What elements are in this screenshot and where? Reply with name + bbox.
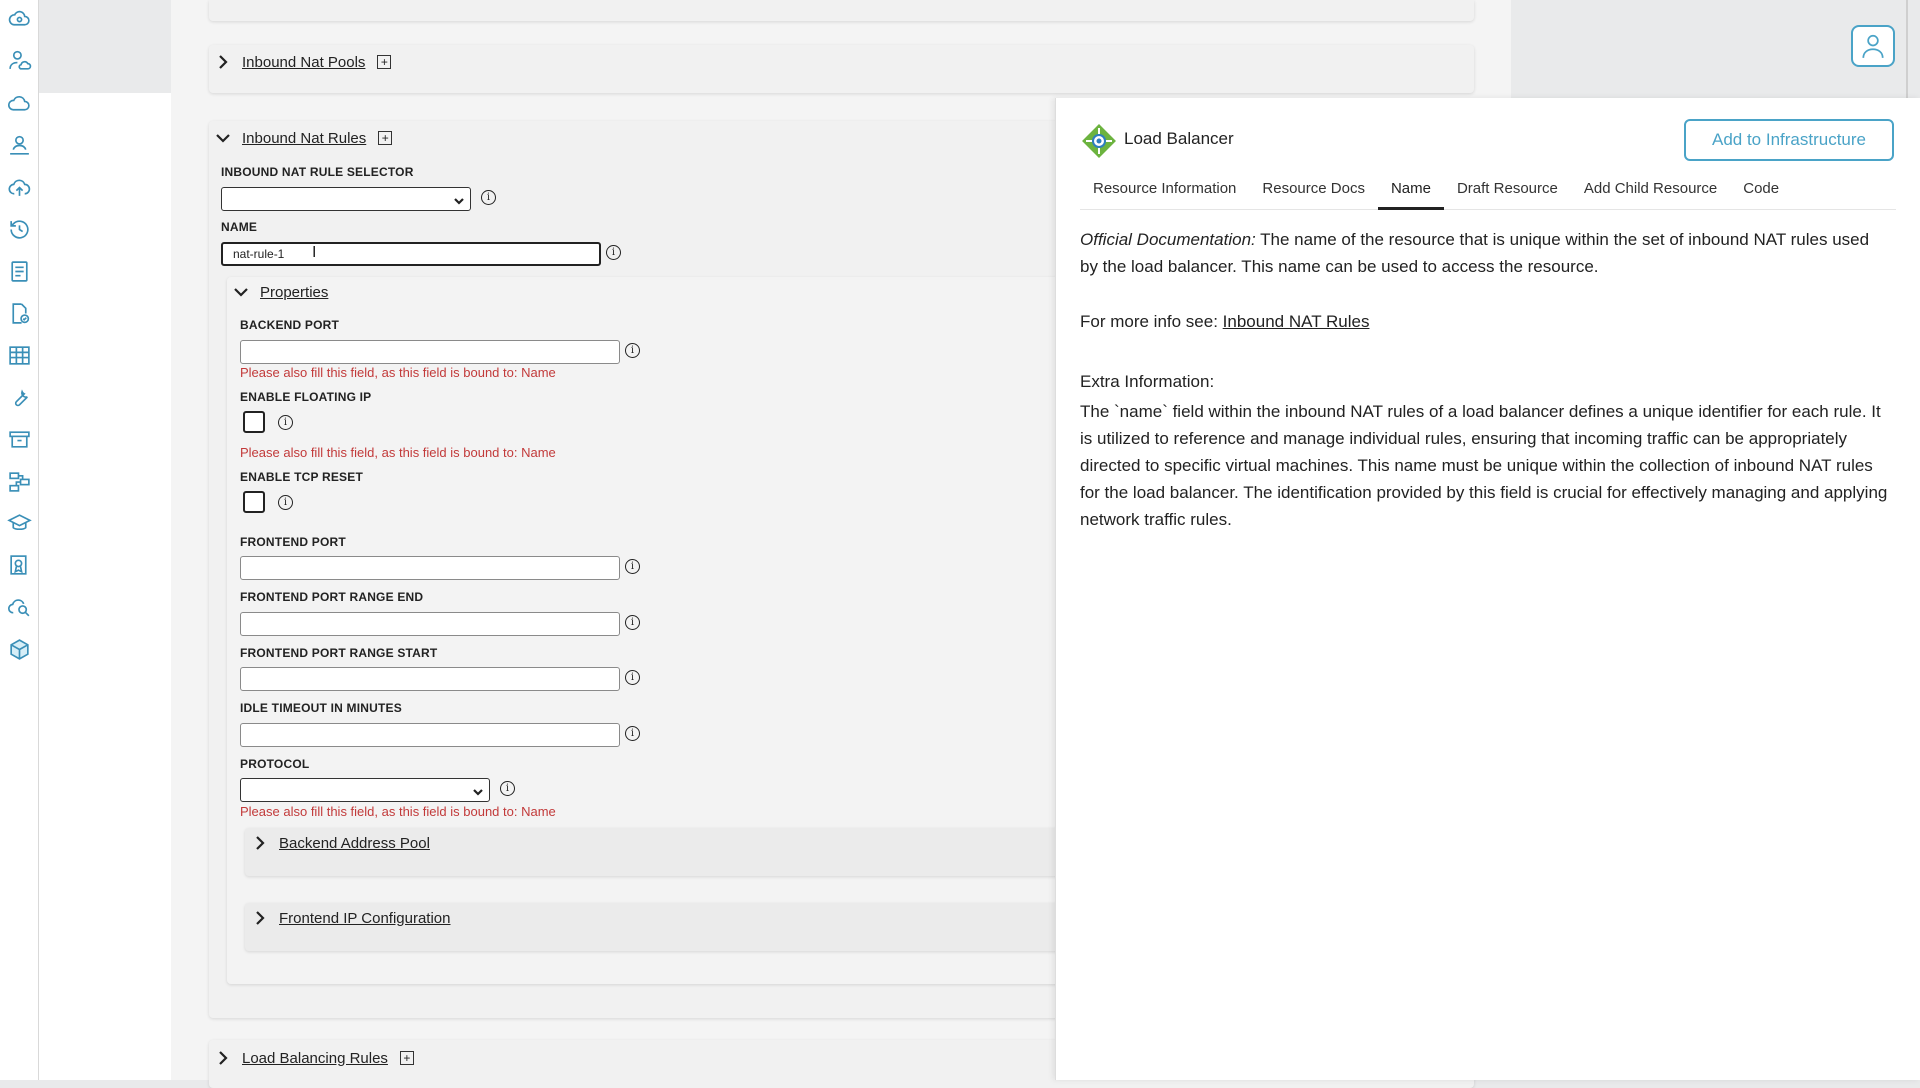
info-icon[interactable]: i xyxy=(278,495,293,510)
info-icon[interactable]: i xyxy=(606,245,621,260)
more-info-label: For more info see: xyxy=(1080,312,1223,331)
official-documentation: Official Documentation: The name of the … xyxy=(1080,226,1888,280)
resource-docs-panel: Load Balancer Add to Infrastructure Reso… xyxy=(1055,98,1920,1080)
enable-floating-ip-error: Please also fill this field, as this fie… xyxy=(240,445,556,460)
tab-name[interactable]: Name xyxy=(1377,178,1444,210)
tab-resource-docs[interactable]: Resource Docs xyxy=(1249,178,1378,210)
backend-address-pool-title[interactable]: Backend Address Pool xyxy=(275,835,434,852)
panel-title: Load Balancer xyxy=(1124,129,1234,148)
chevron-down-icon[interactable] xyxy=(232,283,250,301)
chevron-right-icon[interactable] xyxy=(214,1049,232,1067)
idle-timeout-label: IDLE TIMEOUT IN MINUTES xyxy=(240,701,402,715)
protocol-label: PROTOCOL xyxy=(240,757,310,771)
panel-tabs: Resource Information Resource Docs Name … xyxy=(1080,178,1896,210)
chevron-down-icon xyxy=(472,785,484,797)
info-icon[interactable]: i xyxy=(625,726,640,741)
more-info: For more info see: Inbound NAT Rules xyxy=(1080,308,1888,335)
enable-floating-ip-checkbox[interactable] xyxy=(243,411,265,433)
document-icon[interactable] xyxy=(6,258,33,285)
document-check-icon[interactable] xyxy=(6,300,33,327)
chevron-down-icon[interactable] xyxy=(214,129,232,147)
name-label: NAME xyxy=(221,220,258,234)
profile-button[interactable] xyxy=(1851,25,1895,67)
add-inbound-nat-rule-button[interactable]: + xyxy=(378,131,393,145)
extra-info-text: The `name` field within the inbound NAT … xyxy=(1080,402,1888,529)
idle-timeout-input[interactable] xyxy=(240,723,620,747)
tab-draft-resource[interactable]: Draft Resource xyxy=(1444,178,1571,210)
inbound-nat-rules-title[interactable]: Inbound Nat Rules xyxy=(238,130,370,147)
info-icon[interactable]: i xyxy=(625,670,640,685)
frontend-ip-config-header: Frontend IP Configuration xyxy=(251,909,455,927)
sidebar xyxy=(0,0,39,1080)
chevron-right-icon[interactable] xyxy=(214,53,232,71)
info-icon[interactable]: i xyxy=(625,343,640,358)
previous-section-card xyxy=(209,0,1474,21)
inbound-nat-pools-header: Inbound Nat Pools + xyxy=(214,53,392,71)
archive-icon[interactable] xyxy=(6,426,33,453)
info-icon[interactable]: i xyxy=(500,781,515,796)
add-load-balancing-rule-button[interactable]: + xyxy=(399,1051,414,1065)
backend-address-pool-header: Backend Address Pool xyxy=(251,834,434,852)
frontend-port-range-end-input[interactable] xyxy=(240,612,620,636)
cloud-search-icon[interactable] xyxy=(6,594,33,621)
backend-port-input[interactable] xyxy=(240,340,620,364)
selector-label: INBOUND NAT RULE SELECTOR xyxy=(221,165,414,179)
chevron-down-icon xyxy=(453,194,465,206)
certificate-icon[interactable] xyxy=(6,552,33,579)
load-balancing-rules-title[interactable]: Load Balancing Rules xyxy=(238,1050,392,1067)
tab-add-child-resource[interactable]: Add Child Resource xyxy=(1571,178,1730,210)
content-gutter xyxy=(39,93,171,1080)
graduation-cap-icon[interactable] xyxy=(6,510,33,537)
frontend-port-range-start-input[interactable] xyxy=(240,667,620,691)
backend-port-label: BACKEND PORT xyxy=(240,318,340,332)
inbound-nat-pools-card xyxy=(209,45,1474,93)
history-icon[interactable] xyxy=(6,216,33,243)
cloud-brain-icon[interactable] xyxy=(6,5,33,32)
frontend-ip-config-title[interactable]: Frontend IP Configuration xyxy=(275,910,455,927)
tab-code[interactable]: Code xyxy=(1730,178,1792,210)
table-icon[interactable] xyxy=(6,342,33,369)
user-cloud-icon[interactable] xyxy=(6,47,33,74)
info-icon[interactable]: i xyxy=(481,190,496,205)
inbound-nat-rules-header: Inbound Nat Rules + xyxy=(214,129,393,147)
properties-header: Properties xyxy=(232,283,332,301)
official-doc-label: Official Documentation: xyxy=(1080,230,1256,249)
backend-port-error: Please also fill this field, as this fie… xyxy=(240,365,556,380)
add-inbound-nat-pool-button[interactable]: + xyxy=(377,55,392,69)
protocol-select[interactable] xyxy=(240,778,490,802)
info-icon[interactable]: i xyxy=(625,559,640,574)
load-balancer-icon xyxy=(1080,122,1118,160)
cube-icon[interactable] xyxy=(6,636,33,663)
properties-title[interactable]: Properties xyxy=(256,284,332,301)
chevron-right-icon[interactable] xyxy=(251,909,269,927)
frontend-port-input[interactable] xyxy=(240,556,620,580)
user-icon xyxy=(1862,34,1884,58)
cloud-icon[interactable] xyxy=(6,90,33,117)
info-icon[interactable]: i xyxy=(625,615,640,630)
load-balancing-rules-header: Load Balancing Rules + xyxy=(214,1049,414,1067)
wrench-icon[interactable] xyxy=(6,384,33,411)
inbound-nat-pools-title[interactable]: Inbound Nat Pools xyxy=(238,54,369,71)
workflow-icon[interactable] xyxy=(6,468,33,495)
chevron-right-icon[interactable] xyxy=(251,834,269,852)
inbound-nat-rule-selector[interactable] xyxy=(221,187,471,211)
protocol-error: Please also fill this field, as this fie… xyxy=(240,804,556,819)
cloud-upload-icon[interactable] xyxy=(6,174,33,201)
text-cursor-icon: I xyxy=(312,244,317,261)
frontend-port-range-end-label: FRONTEND PORT RANGE END xyxy=(240,590,424,604)
tab-resource-information[interactable]: Resource Information xyxy=(1080,178,1249,210)
extra-info-label: Extra Information: xyxy=(1080,372,1215,391)
frontend-port-label: FRONTEND PORT xyxy=(240,535,346,549)
enable-tcp-reset-label: ENABLE TCP RESET xyxy=(240,470,363,484)
add-to-infrastructure-button[interactable]: Add to Infrastructure xyxy=(1684,119,1894,161)
network-user-icon[interactable] xyxy=(6,132,33,159)
enable-tcp-reset-checkbox[interactable] xyxy=(243,491,265,513)
inbound-nat-rules-link[interactable]: Inbound NAT Rules xyxy=(1223,312,1370,331)
name-input[interactable] xyxy=(221,242,601,266)
frontend-port-range-start-label: FRONTEND PORT RANGE START xyxy=(240,646,438,660)
info-icon[interactable]: i xyxy=(278,415,293,430)
enable-floating-ip-label: ENABLE FLOATING IP xyxy=(240,390,372,404)
